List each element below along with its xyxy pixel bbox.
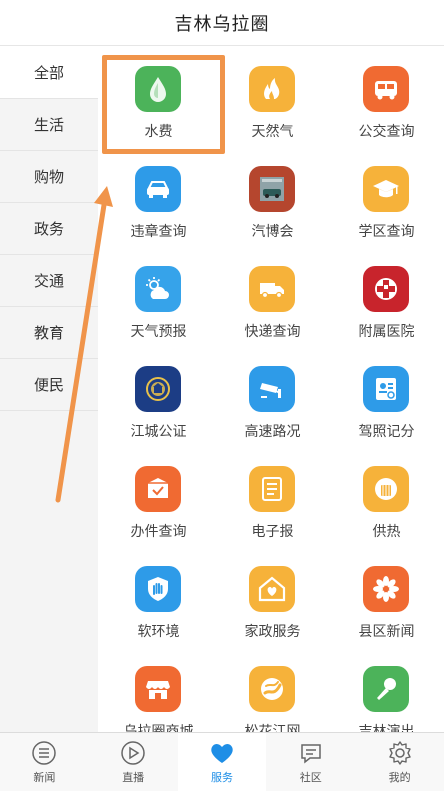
flower-icon [363,566,409,612]
page-title: 吉林乌拉圈 [174,13,270,35]
service-e-paper[interactable]: 电子报 [215,447,330,547]
service-label: 办件查询 [130,524,187,540]
sidebar-item-life[interactable]: 生活 [0,99,98,151]
app-header: 吉林乌拉圈 [0,0,444,46]
shop-icon [135,666,181,712]
bus-icon [363,66,409,112]
service-label: 学区查询 [358,224,415,240]
service-label: 高速路况 [244,424,301,440]
license-card-icon [363,366,409,412]
service-bus[interactable]: 公交查询 [329,47,444,147]
sidebar-item-traffic[interactable]: 交通 [0,255,98,307]
microphone-icon [363,666,409,712]
category-sidebar: 全部 生活 购物 政务 交通 教育 便民 [0,47,98,732]
service-label: 软环境 [137,624,180,640]
menu-lines-icon [32,740,57,765]
service-case-query[interactable]: 办件查询 [101,447,216,547]
service-water[interactable]: 水费 [101,47,216,147]
service-mall[interactable]: 乌拉圈商城 [101,647,216,732]
service-label: 家政服务 [244,624,301,640]
service-label: 供热 [372,524,401,540]
service-highway[interactable]: 高速路况 [215,347,330,447]
tab-label: 新闻 [33,770,56,784]
service-license-points[interactable]: 驾照记分 [329,347,444,447]
service-grid: 水费 天然气 公交查询 违章查询 汽博会 学区查询 天气预报 快递查询 附属医院… [98,47,444,732]
weather-icon [135,266,181,312]
sidebar-item-label: 政务 [33,220,64,238]
sidebar-item-label: 教育 [33,324,64,342]
checklist-box-icon [135,466,181,512]
play-circle-icon [121,740,145,765]
bottom-tab-bar: 新闻 直播 服务 社区 我的 [0,732,444,791]
sidebar-item-label: 交通 [33,272,64,290]
car-icon [135,166,181,212]
service-songhua-net[interactable]: 松花江网 [215,647,330,732]
service-soft-environment[interactable]: 软环境 [101,547,216,647]
chat-bubble-icon [301,743,321,764]
tab-service[interactable]: 服务 [177,733,267,791]
heart-icon [211,743,233,763]
tab-label: 直播 [122,770,145,784]
tab-label: 社区 [299,770,322,784]
service-label: 松花江网 [244,724,301,732]
service-label: 江城公证 [130,424,187,440]
service-express[interactable]: 快递查询 [215,247,330,347]
sidebar-item-government[interactable]: 政务 [0,203,98,255]
service-label: 乌拉圈商城 [123,724,194,732]
tab-news[interactable]: 新闻 [0,733,89,791]
newspaper-icon [249,466,295,512]
water-drop-icon [135,66,181,112]
sidebar-item-label: 购物 [33,168,64,186]
tab-label: 服务 [210,770,233,784]
service-notary[interactable]: 江城公证 [101,347,216,447]
service-hospital[interactable]: 附属医院 [329,247,444,347]
service-housekeeping[interactable]: 家政服务 [215,547,330,647]
service-county-news[interactable]: 县区新闻 [329,547,444,647]
service-label: 公交查询 [358,124,415,140]
sidebar-item-all[interactable]: 全部 [0,47,98,99]
service-label: 违章查询 [130,224,187,240]
service-label: 水费 [144,124,173,140]
house-heart-icon [249,566,295,612]
service-label: 汽博会 [251,224,294,240]
tab-mine[interactable]: 我的 [355,733,444,791]
service-heating[interactable]: 供热 [329,447,444,547]
hand-shield-icon [135,566,181,612]
tab-community[interactable]: 社区 [266,733,355,791]
sidebar-item-label: 全部 [33,64,64,82]
radiator-icon [363,466,409,512]
service-label: 电子报 [251,524,294,540]
delivery-truck-icon [249,266,295,312]
service-label: 天然气 [251,124,294,140]
service-violation[interactable]: 违章查询 [101,147,216,247]
graduation-cap-icon [363,166,409,212]
garage-car-icon [249,166,295,212]
flame-icon [249,66,295,112]
service-performances[interactable]: 吉林演出 [329,647,444,732]
camera-icon [249,366,295,412]
sidebar-item-label: 生活 [33,116,64,134]
service-label: 天气预报 [130,324,187,340]
sidebar-item-shopping[interactable]: 购物 [0,151,98,203]
service-label: 驾照记分 [358,424,415,440]
service-gas[interactable]: 天然气 [215,47,330,147]
sidebar-item-education[interactable]: 教育 [0,307,98,359]
sidebar-item-label: 便民 [33,376,64,394]
service-school-district[interactable]: 学区查询 [329,147,444,247]
service-weather[interactable]: 天气预报 [101,247,216,347]
hospital-cross-icon [363,266,409,312]
sidebar-item-convenience[interactable]: 便民 [0,359,98,411]
tab-label: 我的 [388,770,411,784]
service-label: 吉林演出 [358,724,415,732]
tab-live[interactable]: 直播 [89,733,178,791]
gear-icon [388,740,411,765]
service-label: 快递查询 [244,324,301,340]
emblem-icon [135,366,181,412]
service-label: 附属医院 [358,324,415,340]
service-auto-show[interactable]: 汽博会 [215,147,330,247]
river-logo-icon [249,666,295,712]
service-label: 县区新闻 [358,624,415,640]
